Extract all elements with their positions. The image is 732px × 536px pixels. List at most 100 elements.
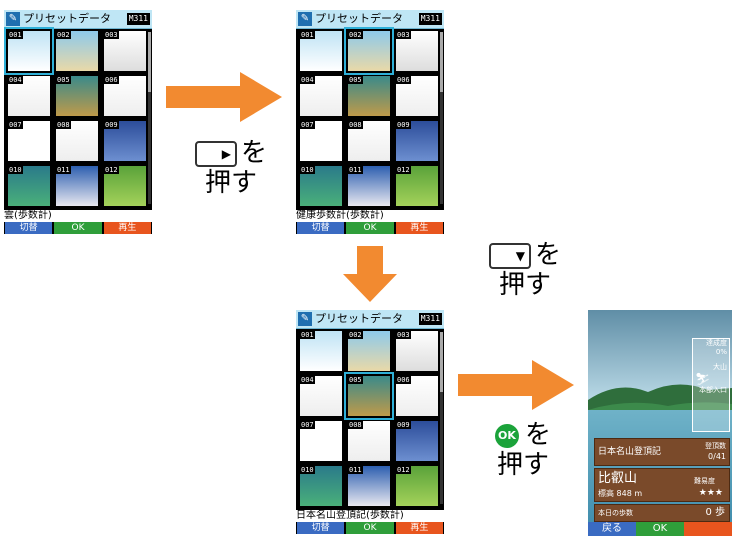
right-key-icon: ▶ (194, 140, 237, 167)
play-softkey[interactable]: 再生 (103, 222, 151, 234)
progress-label: 達成度 (706, 339, 727, 347)
right-arrow-1 (166, 72, 282, 122)
thumbnail-011[interactable]: 011 (56, 166, 98, 206)
thumbnail-number: 012 (396, 166, 411, 174)
thumbnail-004[interactable]: 004 (300, 376, 342, 416)
thumbnail-006[interactable]: 006 (396, 376, 438, 416)
thumbnail-009[interactable]: 009 (396, 421, 438, 461)
thumbnail-012[interactable]: 012 (396, 166, 438, 206)
thumbnail-003[interactable]: 003 (396, 31, 438, 71)
thumbnail-number: 006 (396, 76, 411, 84)
thumbnail-number: 009 (104, 121, 119, 129)
phone-screen-1: ✎ プリセットデータ M311 001 002 003 004 005 006 007 008… (4, 10, 152, 234)
ok-softkey[interactable]: OK (346, 222, 394, 234)
instruction-step-1: ▶ を 押す (176, 138, 286, 198)
thumbnail-number: 008 (56, 121, 71, 129)
thumbnail-012[interactable]: 012 (104, 166, 146, 206)
play-softkey[interactable]: 再生 (395, 222, 443, 234)
thumbnail-010[interactable]: 010 (8, 166, 50, 206)
thumbnail-011[interactable]: 011 (348, 466, 390, 506)
steps-board: 本日の歩数 0 歩 (594, 504, 730, 522)
back-softkey[interactable]: 戻る (588, 522, 636, 536)
wrench-icon: ✎ (298, 312, 312, 326)
steps-label: 本日の歩数 (598, 509, 633, 517)
thumbnail-number: 002 (348, 331, 363, 339)
thumbnail-number: 010 (300, 466, 315, 474)
thumbnail-number: 001 (300, 31, 315, 39)
phone-screen-3: ✎ プリセットデータ M311 001 002 003 004 005 006 007 008… (296, 310, 444, 534)
thumbnail-005[interactable]: 005 (348, 76, 390, 116)
instruction-step-3: OK を 押す (468, 420, 578, 480)
progress-value: 0% (715, 348, 727, 356)
title-bar: ✎ プリセットデータ M311 (296, 310, 444, 329)
ok-softkey[interactable]: OK (346, 522, 394, 534)
selection-caption: 日本名山登頂記(歩数計) (296, 510, 444, 522)
thumbnail-grid: 001 002 003 004 005 006 007 008 009 010 011 012 (300, 331, 440, 508)
thumbnail-number: 003 (396, 331, 411, 339)
thumbnail-number: 002 (348, 31, 363, 39)
thumbnail-009[interactable]: 009 (104, 121, 146, 161)
thumbnail-005[interactable]: 005 (56, 76, 98, 116)
screen-title: プリセットデータ (315, 312, 403, 325)
elevation: 標高 848 m (598, 489, 643, 498)
ok-key-icon: OK (494, 423, 519, 448)
thumbnail-006[interactable]: 006 (396, 76, 438, 116)
play-softkey[interactable]: 再生 (395, 522, 443, 534)
softkey-bar: 切替 OK 再生 (296, 522, 444, 534)
switch-softkey[interactable]: 切替 (297, 522, 345, 534)
ok-softkey[interactable]: OK (54, 222, 102, 234)
wrench-icon: ✎ (6, 12, 20, 26)
thumbnail-004[interactable]: 004 (300, 76, 342, 116)
thumbnail-004[interactable]: 004 (8, 76, 50, 116)
thumbnail-005[interactable]: 005 (344, 372, 394, 420)
scrollbar[interactable] (148, 32, 151, 204)
model-badge: M311 (418, 313, 442, 325)
scrollbar[interactable] (440, 332, 443, 504)
thumbnail-number: 008 (348, 421, 363, 429)
thumbnail-number: 006 (104, 76, 119, 84)
thumbnail-number: 005 (348, 76, 363, 84)
thumbnail-010[interactable]: 010 (300, 466, 342, 506)
softkey-bar: 切替 OK 再生 (296, 222, 444, 234)
thumbnail-003[interactable]: 003 (396, 331, 438, 371)
thumbnail-012[interactable]: 012 (396, 466, 438, 506)
right-softkey[interactable] (684, 522, 732, 536)
instruction-action: 押す (496, 450, 549, 480)
down-key-icon: ▼ (488, 242, 531, 269)
thumbnail-002[interactable]: 002 (348, 331, 390, 371)
thumbnail-number: 004 (300, 76, 315, 84)
thumbnail-number: 012 (104, 166, 119, 174)
switch-softkey[interactable]: 切替 (5, 222, 53, 234)
thumbnail-007[interactable]: 007 (300, 421, 342, 461)
thumbnail-001[interactable]: 001 (4, 27, 54, 75)
thumbnail-grid: 001 002 003 004 005 006 007 008 009 010 011 012 (4, 27, 148, 208)
thumbnail-006[interactable]: 006 (104, 76, 146, 116)
thumbnail-008[interactable]: 008 (348, 421, 390, 461)
thumbnail-007[interactable]: 007 (300, 121, 342, 161)
selection-caption: 雲(歩数計) (4, 210, 152, 222)
thumbnail-010[interactable]: 010 (300, 166, 342, 206)
summit-count-value: 0/41 (708, 452, 726, 461)
thumbnail-001[interactable]: 001 (300, 31, 342, 71)
thumbnail-003[interactable]: 003 (104, 31, 146, 71)
thumbnail-001[interactable]: 001 (300, 331, 342, 371)
progress-panel: 達成度 0% 大山 ⛷ 本部入口 (692, 338, 730, 432)
scrollbar[interactable] (440, 32, 443, 204)
thumbnail-009[interactable]: 009 (396, 121, 438, 161)
thumbnail-number: 001 (8, 31, 23, 39)
screen-title: プリセットデータ (23, 12, 111, 25)
model-badge: M311 (418, 13, 442, 25)
thumbnail-007[interactable]: 007 (8, 121, 50, 161)
steps-value: 0 歩 (705, 507, 725, 518)
screen-title: プリセットデータ (315, 12, 403, 25)
switch-softkey[interactable]: 切替 (297, 222, 345, 234)
thumbnail-008[interactable]: 008 (348, 121, 390, 161)
thumbnail-number: 011 (348, 166, 363, 174)
thumbnail-002[interactable]: 002 (344, 27, 394, 75)
thumbnail-011[interactable]: 011 (348, 166, 390, 206)
thumbnail-002[interactable]: 002 (56, 31, 98, 71)
thumbnail-008[interactable]: 008 (56, 121, 98, 161)
mountain-name: 比叡山 (598, 471, 638, 486)
trailhead-label: 本部入口 (699, 386, 727, 394)
ok-softkey[interactable]: OK (636, 522, 684, 536)
